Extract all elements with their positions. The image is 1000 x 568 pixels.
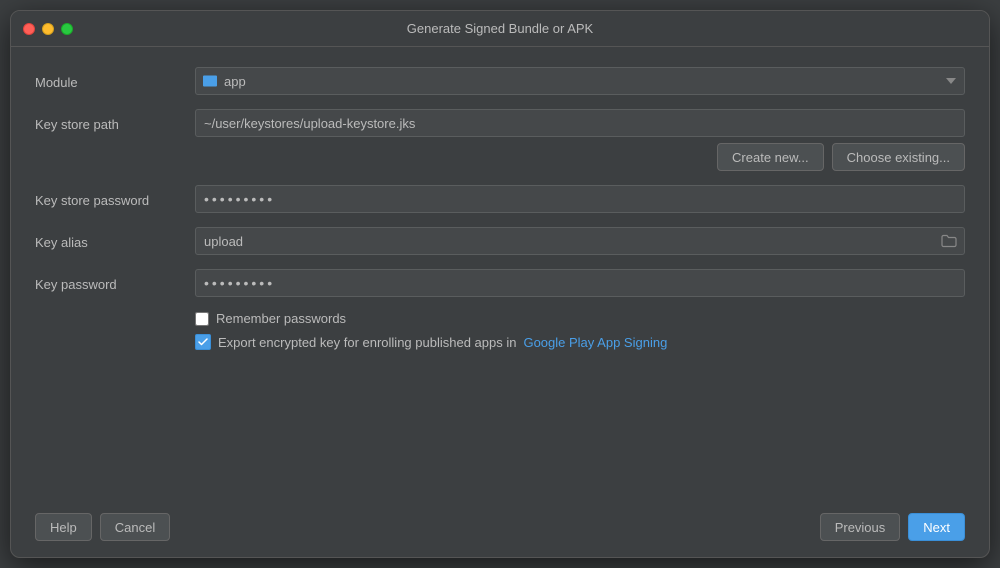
key-password-input-wrap [195,269,965,297]
alias-folder-icon [941,235,957,248]
traffic-lights [23,23,73,35]
key-alias-row: Key alias [35,227,965,255]
form-content: Module app Key store path Create new... … [11,47,989,503]
module-label: Module [35,73,195,90]
key-password-label: Key password [35,275,195,292]
maximize-button[interactable] [61,23,73,35]
export-row: Export encrypted key for enrolling publi… [195,334,965,350]
keystore-password-input-wrap [195,185,965,213]
module-select-wrap: app [195,67,965,95]
remember-passwords-row: Remember passwords [195,311,965,326]
choose-existing-button[interactable]: Choose existing... [832,143,965,171]
export-label: Export encrypted key for enrolling publi… [218,335,516,350]
key-alias-label: Key alias [35,233,195,250]
window-title: Generate Signed Bundle or APK [407,21,593,36]
create-new-button[interactable]: Create new... [717,143,824,171]
window: Generate Signed Bundle or APK Module app… [10,10,990,558]
module-folder-icon [203,76,217,87]
remember-passwords-checkbox[interactable] [195,312,209,326]
module-row: Module app [35,67,965,95]
keystore-path-input-wrap [195,109,965,137]
keystore-password-row: Key store password [35,185,965,213]
key-password-row: Key password [35,269,965,297]
help-button[interactable]: Help [35,513,92,541]
key-password-input[interactable] [195,269,965,297]
key-alias-input[interactable] [195,227,965,255]
close-button[interactable] [23,23,35,35]
keystore-buttons: Create new... Choose existing... [195,143,965,171]
keystore-password-label: Key store password [35,191,195,208]
footer-right: Previous Next [820,513,965,541]
footer: Help Cancel Previous Next [11,503,989,557]
previous-button[interactable]: Previous [820,513,901,541]
cancel-button[interactable]: Cancel [100,513,170,541]
keystore-path-label: Key store path [35,115,195,132]
minimize-button[interactable] [42,23,54,35]
export-checkbox[interactable] [195,334,211,350]
footer-left: Help Cancel [35,513,170,541]
keystore-path-input[interactable] [195,109,965,137]
google-play-link[interactable]: Google Play App Signing [523,335,667,350]
title-bar: Generate Signed Bundle or APK [11,11,989,47]
key-alias-input-wrap [195,227,965,255]
keystore-path-row: Key store path [35,109,965,137]
keystore-password-input[interactable] [195,185,965,213]
next-button[interactable]: Next [908,513,965,541]
remember-passwords-label: Remember passwords [216,311,346,326]
module-select[interactable]: app [195,67,965,95]
